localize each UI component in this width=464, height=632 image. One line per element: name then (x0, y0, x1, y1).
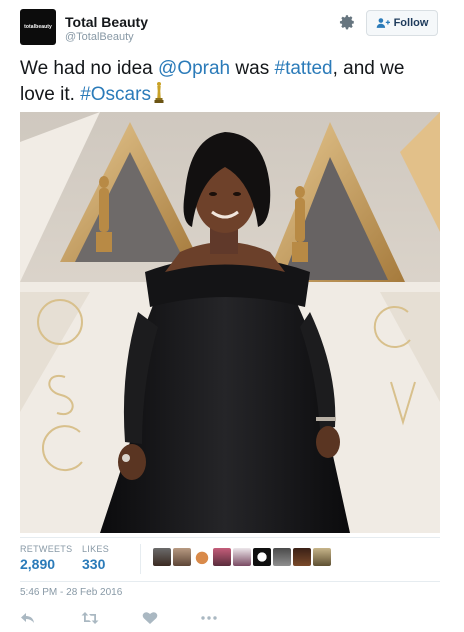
liker-avatar[interactable] (293, 548, 311, 566)
liker-avatar[interactable] (273, 548, 291, 566)
timestamp[interactable]: 5:46 PM - 28 Feb 2016 (20, 587, 122, 598)
retweets-count[interactable]: 2,890 (20, 556, 55, 572)
user-handle[interactable]: @TotalBeauty (65, 31, 134, 43)
gear-icon[interactable] (338, 13, 356, 31)
mention-link[interactable]: @Oprah (158, 58, 230, 79)
tweet-photo[interactable] (20, 112, 440, 533)
divider (20, 537, 440, 538)
oscar-statue-icon (154, 82, 164, 103)
like-icon[interactable] (142, 611, 158, 625)
red-carpet-photo (20, 112, 440, 533)
hashtag-link[interactable]: #Oscars (80, 84, 151, 105)
display-name[interactable]: Total Beauty (65, 14, 148, 30)
tweet-text-part: was (230, 58, 275, 79)
tweet-text: We had no idea @Oprah was #tatted, and w… (20, 57, 440, 107)
follow-label: Follow (393, 17, 429, 29)
liker-avatar[interactable] (313, 548, 331, 566)
retweet-icon[interactable] (81, 611, 99, 625)
liker-avatar[interactable] (153, 548, 171, 566)
retweets-label: RETWEETS (20, 544, 73, 554)
likes-label: LIKES (82, 544, 110, 554)
divider (140, 544, 141, 574)
divider (20, 581, 440, 582)
tweet-card: totalbeauty Total Beauty @TotalBeauty Fo… (0, 0, 464, 632)
tweet-text-part: We had no idea (20, 58, 159, 79)
hashtag-link[interactable]: #tatted (275, 58, 333, 79)
reply-icon[interactable] (20, 611, 36, 625)
liker-avatars (153, 548, 331, 568)
add-user-icon (376, 18, 390, 28)
liker-avatar[interactable] (213, 548, 231, 566)
likes-count[interactable]: 330 (82, 556, 105, 572)
avatar[interactable]: totalbeauty (20, 9, 56, 45)
liker-avatar[interactable] (193, 548, 211, 566)
liker-avatar[interactable] (233, 548, 251, 566)
follow-button[interactable]: Follow (366, 10, 438, 36)
avatar-logo-text: totalbeauty (24, 24, 52, 30)
more-icon[interactable] (200, 611, 218, 625)
liker-avatar[interactable] (253, 548, 271, 566)
liker-avatar[interactable] (173, 548, 191, 566)
